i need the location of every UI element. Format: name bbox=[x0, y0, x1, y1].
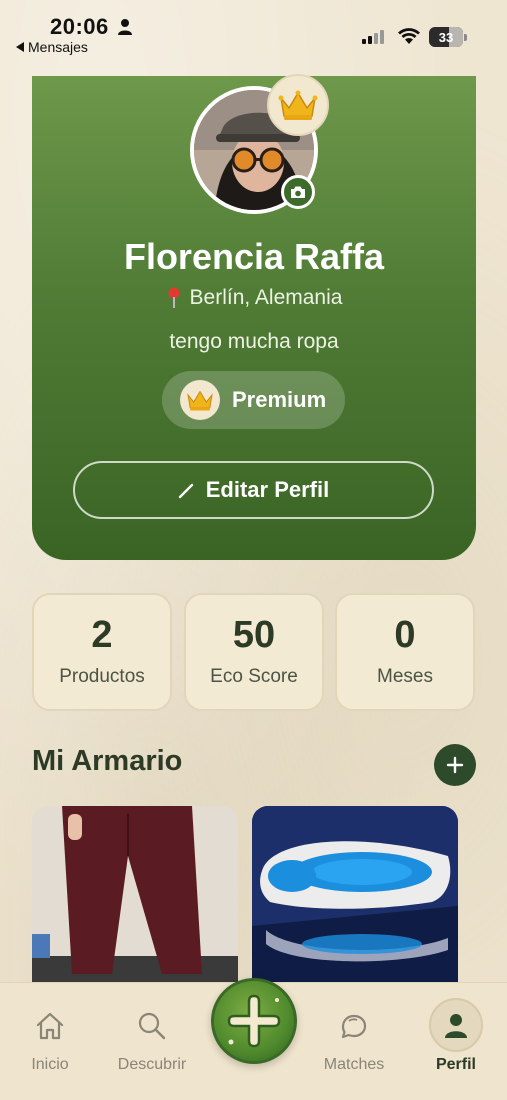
nav-item-inicio[interactable]: Inicio bbox=[0, 983, 100, 1100]
crown-icon bbox=[278, 90, 318, 120]
wardrobe-item-pants[interactable] bbox=[32, 806, 238, 986]
home-icon bbox=[36, 1012, 64, 1040]
stat-card-products: 2 Productos bbox=[32, 593, 172, 711]
person-icon bbox=[445, 1014, 467, 1038]
stat-label: Productos bbox=[59, 666, 145, 687]
back-label: Mensajes bbox=[28, 39, 88, 55]
location-text: Berlín, Alemania bbox=[189, 286, 343, 309]
back-to-messages-link[interactable]: Mensajes bbox=[16, 39, 88, 55]
add-product-button[interactable] bbox=[434, 744, 476, 786]
stat-value: 2 bbox=[91, 614, 113, 656]
location-pin-icon bbox=[168, 287, 180, 308]
pencil-icon bbox=[178, 483, 193, 499]
profile-location: Berlín, Alemania bbox=[32, 286, 476, 310]
sneaker-photo bbox=[252, 806, 458, 986]
nav-label: Matches bbox=[323, 1056, 385, 1073]
wardrobe-item-sneakers[interactable] bbox=[252, 806, 458, 986]
stat-value: 50 bbox=[232, 614, 276, 656]
stat-value: 0 bbox=[394, 614, 416, 656]
status-bar: 20:06 Mensajes 33 bbox=[0, 0, 507, 60]
plus-icon bbox=[227, 994, 281, 1048]
stat-card-months: 0 Meses bbox=[335, 593, 475, 711]
premium-label: Premium bbox=[232, 387, 327, 412]
stat-card-eco-score: 50 Eco Score bbox=[184, 593, 324, 711]
nav-item-perfil[interactable]: Perfil bbox=[406, 983, 506, 1100]
edit-profile-label: Editar Perfil bbox=[205, 477, 330, 502]
wardrobe-title: Mi Armario bbox=[32, 745, 183, 777]
nav-item-matches[interactable]: Matches bbox=[304, 983, 404, 1100]
signal-icon bbox=[362, 30, 384, 44]
nav-item-descubrir[interactable]: Descubrir bbox=[102, 983, 202, 1100]
profile-name: Florencia Raffa bbox=[123, 236, 385, 277]
crown-icon bbox=[180, 380, 220, 420]
stat-label: Eco Score bbox=[210, 666, 298, 687]
add-listing-button[interactable] bbox=[211, 978, 297, 1064]
change-photo-button[interactable] bbox=[281, 175, 315, 209]
wifi-icon bbox=[398, 28, 420, 44]
nav-label: Inicio bbox=[31, 1056, 69, 1073]
status-time: 20:06 bbox=[50, 14, 109, 39]
battery-cap bbox=[464, 34, 467, 41]
nav-label: Descubrir bbox=[117, 1056, 187, 1073]
camera-icon bbox=[291, 186, 305, 198]
search-icon bbox=[138, 1012, 166, 1040]
premium-badge: Premium bbox=[162, 371, 345, 429]
profile-bio: tengo mucha ropa bbox=[169, 330, 339, 353]
edit-profile-button[interactable]: Editar Perfil bbox=[73, 461, 434, 519]
chat-icon bbox=[341, 1014, 367, 1039]
pants-photo bbox=[32, 806, 238, 986]
person-icon bbox=[118, 19, 132, 35]
stat-label: Meses bbox=[377, 666, 433, 687]
plus-icon bbox=[446, 756, 464, 774]
battery-icon: 33 bbox=[429, 27, 463, 47]
nav-label: Perfil bbox=[435, 1056, 476, 1073]
premium-crown-badge bbox=[267, 74, 329, 136]
back-arrow-icon bbox=[16, 42, 24, 52]
battery-level: 33 bbox=[438, 29, 454, 45]
